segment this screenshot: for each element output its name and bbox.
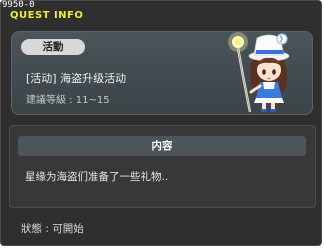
content-header: 内容 bbox=[18, 136, 306, 156]
quest-category-badge: 活動 bbox=[21, 39, 85, 55]
window-title: QUEST INFO bbox=[10, 10, 84, 21]
quest-name: [活动] 海盗升级活动 bbox=[26, 72, 127, 85]
quest-status: 狀態 : 可開始 bbox=[21, 223, 84, 235]
quest-summary-panel: 活動 [活动] 海盗升级活动 建議等級 : 11~15 bbox=[11, 31, 313, 115]
quest-id: 9950-0 bbox=[2, 0, 35, 10]
content-description: 星缘为海盗们准备了一些礼物.. bbox=[25, 171, 169, 183]
recommended-level: 建議等級 : 11~15 bbox=[26, 95, 110, 106]
quest-info-window: 9950-0 QUEST INFO 活動 [活动] 海盗升级活动 建議等級 : … bbox=[0, 0, 322, 246]
npc-portrait-icon bbox=[228, 32, 290, 113]
quest-content-panel: 内容 星缘为海盗们准备了一些礼物.. bbox=[9, 125, 316, 208]
